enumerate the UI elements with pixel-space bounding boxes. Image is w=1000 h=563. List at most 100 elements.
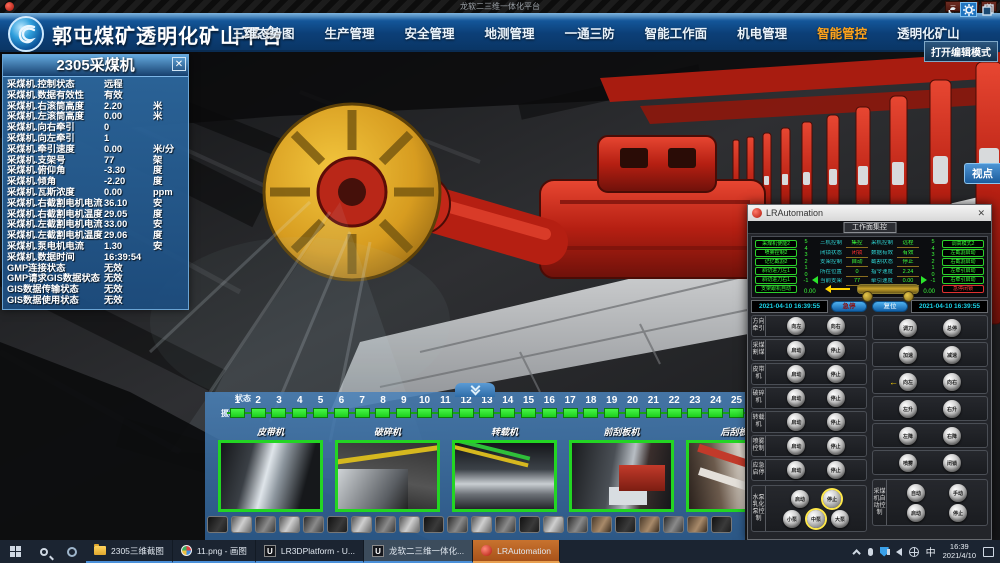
restore-window-icon[interactable] (979, 2, 996, 17)
wrench-icon[interactable] (941, 2, 958, 17)
round-button[interactable]: 停止 (827, 389, 845, 407)
mini-thumbnail[interactable] (327, 516, 348, 533)
mini-thumbnail[interactable] (591, 516, 612, 533)
round-button[interactable]: 总停 (943, 319, 961, 337)
round-button[interactable]: 大泵 (831, 510, 849, 528)
camera-thumbnail[interactable] (569, 440, 674, 512)
round-button[interactable]: 停止 (827, 437, 845, 455)
tray-expand-icon[interactable] (852, 549, 860, 557)
round-button[interactable]: 中泵 (807, 510, 825, 528)
round-button[interactable]: 启动 (791, 490, 809, 508)
nav-item[interactable]: 三维态势图 (232, 23, 295, 42)
lr-function-button[interactable]: 左截割启动 (942, 249, 984, 257)
mini-thumbnail[interactable] (231, 516, 252, 533)
round-button[interactable]: 停止 (827, 341, 845, 359)
round-button[interactable]: 闭锁 (943, 454, 961, 472)
mini-thumbnail[interactable] (303, 516, 324, 533)
taskbar-item-lrautomation[interactable]: LRAutomation (473, 540, 560, 563)
lr-tab-workface-control[interactable]: 工作面集控 (843, 222, 896, 233)
round-button[interactable]: 启动 (787, 389, 805, 407)
round-button[interactable]: 停止 (827, 365, 845, 383)
nav-item[interactable]: 透明化矿山 (897, 23, 960, 42)
nav-item[interactable]: 机电管理 (737, 23, 787, 42)
lr-function-button[interactable]: 调高模式2 (942, 240, 984, 248)
clock[interactable]: 16:39 2021/4/10 (943, 543, 976, 560)
nav-item[interactable]: 一通三防 (565, 23, 615, 42)
round-button[interactable]: 加速 (899, 346, 917, 364)
round-button[interactable]: 左降 (899, 427, 917, 445)
lr-function-button[interactable]: 采煤机使能2 (755, 240, 797, 248)
network-icon[interactable] (909, 547, 919, 557)
round-button[interactable]: 停止 (827, 461, 845, 479)
gear-icon[interactable] (960, 2, 977, 17)
microphone-icon[interactable] (868, 548, 873, 556)
estop-button[interactable]: 急停 (831, 301, 867, 312)
round-button[interactable]: 启动 (787, 461, 805, 479)
taskbar-item-platform-active[interactable]: U 龙软二三维一体化... (364, 540, 473, 563)
round-button[interactable]: 右降 (943, 427, 961, 445)
mini-thumbnail[interactable] (375, 516, 396, 533)
search-button[interactable] (30, 540, 58, 563)
lr-function-button[interactable]: 左牵引启动 (942, 267, 984, 275)
mini-thumbnail[interactable] (567, 516, 588, 533)
round-button[interactable]: 停止 (823, 490, 841, 508)
notification-center-icon[interactable] (983, 547, 994, 557)
round-button[interactable]: 启动 (787, 365, 805, 383)
mini-thumbnail[interactable] (207, 516, 228, 533)
reset-button[interactable]: 复位 (872, 301, 908, 312)
lr-function-button[interactable]: 右截割启动 (942, 258, 984, 266)
nav-item[interactable]: 地测管理 (485, 23, 535, 42)
open-edit-mode-button[interactable]: 打开编辑模式 (924, 41, 998, 62)
panel-close-icon[interactable]: ✕ (172, 57, 186, 71)
mini-thumbnail[interactable] (495, 516, 516, 533)
mini-thumbnail[interactable] (471, 516, 492, 533)
round-button[interactable]: 喷雾 (899, 454, 917, 472)
mini-thumbnail[interactable] (639, 516, 660, 533)
cortana-button[interactable] (58, 540, 86, 563)
round-button[interactable]: 向左 (899, 373, 917, 391)
start-button[interactable] (0, 540, 30, 563)
lr-close-icon[interactable]: ✕ (975, 208, 987, 219)
taskbar-item-paint[interactable]: 11.png - 画图 (173, 540, 256, 563)
nav-item[interactable]: 安全管理 (405, 23, 455, 42)
mini-thumbnail[interactable] (543, 516, 564, 533)
lr-function-button[interactable]: 记忆截割2 (755, 258, 797, 266)
mini-thumbnail[interactable] (663, 516, 684, 533)
taskbar-item-folder[interactable]: 2305三维截图 (86, 540, 173, 563)
camera-thumbnail[interactable] (218, 440, 323, 512)
lr-function-button[interactable]: 喷雾控制2 (755, 249, 797, 257)
viewpoint-tab[interactable]: 视点 (964, 163, 1000, 184)
round-button[interactable]: 向右 (943, 373, 961, 391)
nav-item[interactable]: 生产管理 (325, 23, 375, 42)
round-button[interactable]: 自动 (907, 484, 925, 502)
mini-thumbnail[interactable] (255, 516, 276, 533)
round-button[interactable]: 小泵 (783, 510, 801, 528)
lr-titlebar[interactable]: LRAutomation ✕ (748, 205, 991, 221)
mini-thumbnail[interactable] (447, 516, 468, 533)
mini-thumbnail[interactable] (279, 516, 300, 533)
camera-thumbnail[interactable] (335, 440, 440, 512)
camera-thumbnail[interactable] (452, 440, 557, 512)
mini-thumbnail[interactable] (399, 516, 420, 533)
round-button[interactable]: 启动 (787, 413, 805, 431)
round-button[interactable]: 停止 (949, 504, 967, 522)
mini-thumbnail[interactable] (519, 516, 540, 533)
round-button[interactable]: 启动 (787, 341, 805, 359)
mini-thumbnail[interactable] (711, 516, 732, 533)
round-button[interactable]: 手动 (949, 484, 967, 502)
round-button[interactable]: 左升 (899, 400, 917, 418)
round-button[interactable]: 向左 (787, 317, 805, 335)
round-button[interactable]: 右升 (943, 400, 961, 418)
taskbar-item-lr3dplatform[interactable]: U LR3DPlatform - U... (256, 540, 364, 563)
round-button[interactable]: 向右 (827, 317, 845, 335)
mini-thumbnail[interactable] (687, 516, 708, 533)
ime-indicator[interactable]: 中 (926, 544, 936, 559)
mini-thumbnail[interactable] (423, 516, 444, 533)
mini-thumbnail[interactable] (615, 516, 636, 533)
collapse-panel-button[interactable] (455, 383, 495, 397)
round-button[interactable]: 启动 (907, 504, 925, 522)
camera-thumbnail[interactable] (686, 440, 745, 512)
round-button[interactable]: 停止 (827, 413, 845, 431)
speaker-icon[interactable] (896, 548, 902, 556)
round-button[interactable]: 减速 (943, 346, 961, 364)
